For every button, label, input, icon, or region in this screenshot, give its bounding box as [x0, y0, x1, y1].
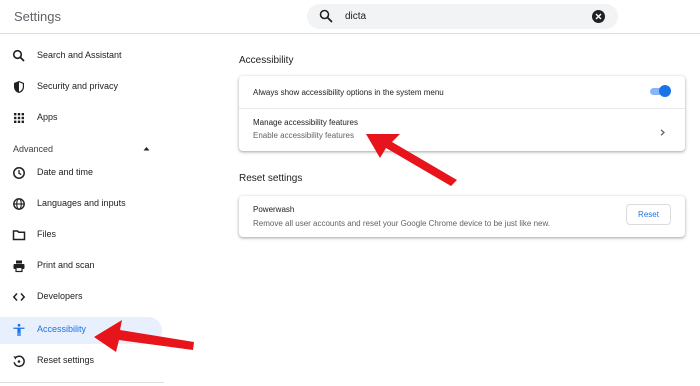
top-bar: Settings	[0, 0, 700, 34]
sidebar-item-label: Reset settings	[37, 355, 95, 365]
sidebar-item-security-and-privacy[interactable]: Security and privacy	[0, 74, 162, 101]
reset-settings-section-title: Reset settings	[239, 173, 303, 184]
search-icon[interactable]	[319, 9, 333, 23]
manage-accessibility-title: Manage accessibility features	[253, 118, 358, 127]
printer-icon	[13, 260, 25, 273]
sidebar-divider	[0, 382, 164, 383]
advanced-section-toggle[interactable]: Advanced	[0, 137, 162, 161]
sidebar-item-label: Files	[37, 229, 57, 239]
caret-up-icon	[143, 147, 150, 151]
clock-icon	[13, 167, 25, 179]
reset-settings-card: Powerwash Remove all user accounts and r…	[239, 196, 685, 237]
manage-accessibility-subtitle: Enable accessibility features	[253, 131, 354, 140]
code-icon	[12, 292, 26, 302]
apps-grid-icon	[14, 113, 24, 123]
sidebar-item-accessibility[interactable]: Accessibility	[0, 317, 162, 344]
powerwash-title: Powerwash	[253, 205, 295, 214]
always-show-accessibility-toggle[interactable]	[649, 85, 671, 97]
shield-icon	[14, 81, 24, 93]
accessibility-card: Always show accessibility options in the…	[239, 76, 685, 151]
powerwash-description: Remove all user accounts and reset your …	[253, 219, 551, 228]
sidebar-item-label: Accessibility	[37, 324, 87, 334]
clear-search-button[interactable]	[592, 10, 605, 23]
sidebar-item-apps[interactable]: Apps	[0, 105, 162, 132]
sidebar-item-files[interactable]: Files	[0, 222, 162, 249]
globe-icon	[13, 198, 25, 210]
search-input[interactable]	[345, 7, 575, 26]
close-icon	[595, 13, 602, 20]
folder-icon	[12, 230, 26, 241]
always-show-accessibility-label: Always show accessibility options in the…	[253, 88, 444, 97]
sidebar-item-reset-settings[interactable]: Reset settings	[0, 348, 162, 375]
manage-accessibility-features-row[interactable]: Manage accessibility features Enable acc…	[239, 109, 685, 151]
sidebar-item-date-and-time[interactable]: Date and time	[0, 160, 162, 187]
sidebar-item-languages-and-inputs[interactable]: Languages and inputs	[0, 191, 162, 218]
accessibility-icon	[13, 323, 25, 336]
sidebar-item-developers[interactable]: Developers	[0, 284, 162, 311]
sidebar-item-label: Security and privacy	[37, 81, 119, 91]
search-icon	[12, 49, 25, 62]
sidebar-item-search-and-assistant[interactable]: Search and Assistant	[0, 43, 162, 70]
sidebar-item-label: Search and Assistant	[37, 50, 122, 60]
sidebar-item-label: Apps	[37, 112, 58, 122]
sidebar-item-label: Date and time	[37, 167, 94, 177]
sidebar-item-label: Print and scan	[37, 260, 95, 270]
sidebar-item-label: Languages and inputs	[37, 198, 126, 208]
toggle-knob	[659, 85, 671, 97]
accessibility-section-title: Accessibility	[239, 55, 294, 66]
sidebar: Search and Assistant Security and privac…	[0, 34, 200, 386]
sidebar-item-label: Developers	[37, 291, 83, 301]
advanced-label: Advanced	[13, 144, 54, 154]
search-box[interactable]	[307, 4, 618, 29]
reset-icon	[13, 355, 25, 368]
sidebar-item-print-and-scan[interactable]: Print and scan	[0, 253, 162, 280]
powerwash-reset-button[interactable]: Reset	[626, 204, 671, 225]
app-title: Settings	[14, 9, 61, 24]
chevron-right-icon	[660, 129, 665, 136]
